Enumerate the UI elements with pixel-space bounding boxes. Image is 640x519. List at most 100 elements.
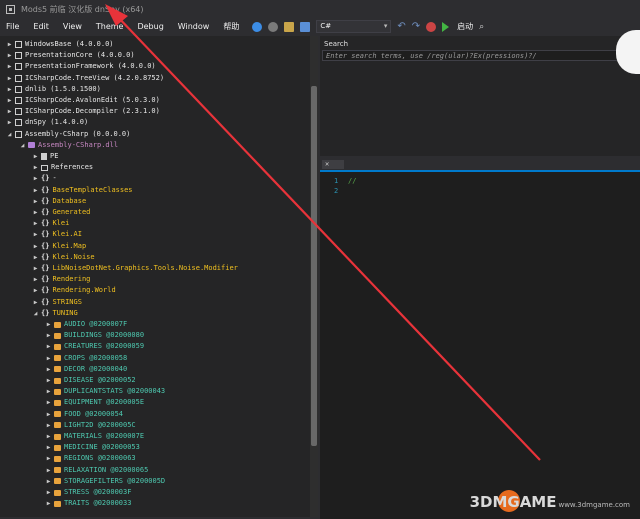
tree-node[interactable]: ▶{} Klei <box>32 218 70 229</box>
tree-node[interactable]: ▶ CREATURES @02000059 <box>45 341 144 352</box>
menu-window[interactable]: Window <box>171 22 217 31</box>
menu-help[interactable]: 帮助 <box>216 21 246 32</box>
tree-node[interactable]: ▶{} Klei.AI <box>32 229 82 240</box>
tree-node[interactable]: ▶ EQUIPMENT @0200005E <box>45 397 144 408</box>
expand-arrow-icon[interactable]: ▶ <box>32 162 39 173</box>
expand-arrow-icon[interactable]: ▶ <box>32 263 39 274</box>
navigate-back-icon[interactable] <box>252 21 263 32</box>
tree-scroll-thumb[interactable] <box>311 86 317 446</box>
tree-node[interactable]: ▶{} Database <box>32 196 86 207</box>
expand-arrow-icon[interactable]: ▶ <box>45 353 52 364</box>
expand-arrow-icon[interactable]: ▶ <box>45 375 52 386</box>
tree-node[interactable]: ▶{} LibNoiseDotNet.Graphics.Tools.Noise.M… <box>32 263 238 274</box>
expand-arrow-icon[interactable]: ▶ <box>6 106 13 117</box>
collapse-arrow-icon[interactable]: ◢ <box>32 308 39 319</box>
expand-arrow-icon[interactable]: ▶ <box>45 431 52 442</box>
tree-node[interactable]: ▶ REGIONS @02000063 <box>45 453 136 464</box>
expand-arrow-icon[interactable]: ▶ <box>45 442 52 453</box>
expand-arrow-icon[interactable]: ▶ <box>32 285 39 296</box>
tree-node[interactable]: ▶ PresentationFramework (4.0.0.0) <box>6 61 156 72</box>
tree-node[interactable]: ▶ TRAITS @02000033 <box>45 498 132 509</box>
tree-node[interactable]: ▶ FOOD @02000054 <box>45 409 123 420</box>
menu-file[interactable]: File <box>0 22 26 31</box>
expand-arrow-icon[interactable]: ▶ <box>6 39 13 50</box>
tree-node[interactable]: ▶ STRESS @0200003F <box>45 487 132 498</box>
expand-arrow-icon[interactable]: ▶ <box>32 252 39 263</box>
expand-arrow-icon[interactable]: ▶ <box>32 151 39 162</box>
tree-node[interactable]: ▶ DUPLICANTSTATS @02000043 <box>45 386 165 397</box>
tree-node[interactable]: ▶ dnlib (1.5.0.1500) <box>6 84 101 95</box>
tree-node[interactable]: ▶ AUDIO @0200007F <box>45 319 128 330</box>
search-input[interactable]: Enter search terms, use /reg(ular)?Ex(pr… <box>322 50 636 61</box>
tree-node[interactable]: ▶ MATERIALS @0200007E <box>45 431 144 442</box>
start-debug-button[interactable]: 启动 <box>457 21 473 32</box>
tree-node[interactable]: ▶ RELAXATION @02000065 <box>45 465 149 476</box>
tree-node[interactable]: ▶ STORAGEFILTERS @0200005D <box>45 476 165 487</box>
tree-node[interactable]: ◢ Assembly-CSharp.dll <box>19 140 118 151</box>
tree-node[interactable]: ▶{} Klei.Noise <box>32 252 95 263</box>
expand-arrow-icon[interactable]: ▶ <box>6 117 13 128</box>
tree-node[interactable]: ▶{} Klei.Map <box>32 241 86 252</box>
tree-node[interactable]: ▶ DECOR @02000040 <box>45 364 128 375</box>
tree-node[interactable]: ▶{} - <box>32 173 57 184</box>
tree-node[interactable]: ▶ ICSharpCode.AvalonEdit (5.0.3.0) <box>6 95 160 106</box>
tree-node[interactable]: ▶ CROPS @02000058 <box>45 353 128 364</box>
expand-arrow-icon[interactable]: ▶ <box>45 364 52 375</box>
expand-arrow-icon[interactable]: ▶ <box>45 465 52 476</box>
close-icon[interactable]: ✕ <box>325 160 329 168</box>
expand-arrow-icon[interactable]: ▶ <box>32 241 39 252</box>
start-debug-icon[interactable] <box>442 21 450 32</box>
stop-icon[interactable] <box>426 21 437 32</box>
expand-arrow-icon[interactable]: ▶ <box>32 185 39 196</box>
expand-arrow-icon[interactable]: ▶ <box>45 341 52 352</box>
menu-edit[interactable]: Edit <box>26 22 56 31</box>
tree-node[interactable]: ▶{} BaseTemplateClasses <box>32 185 133 196</box>
collapse-arrow-icon[interactable]: ◢ <box>19 140 26 151</box>
expand-arrow-icon[interactable]: ▶ <box>6 95 13 106</box>
expand-arrow-icon[interactable]: ▶ <box>45 420 52 431</box>
expand-arrow-icon[interactable]: ▶ <box>6 61 13 72</box>
expand-arrow-icon[interactable]: ▶ <box>32 196 39 207</box>
tree-node[interactable]: ▶ WindowsBase (4.0.0.0) <box>6 39 114 50</box>
code-editor[interactable]: 1 2 // <box>320 170 640 519</box>
expand-arrow-icon[interactable]: ▶ <box>45 487 52 498</box>
expand-arrow-icon[interactable]: ▶ <box>45 386 52 397</box>
tree-node[interactable]: ▶{} Rendering.World <box>32 285 116 296</box>
tree-node[interactable]: ▶ References <box>32 162 93 173</box>
tree-node[interactable]: ▶ PE <box>32 151 58 162</box>
expand-arrow-icon[interactable]: ▶ <box>32 173 39 184</box>
tree-scrollbar[interactable] <box>310 36 318 517</box>
expand-arrow-icon[interactable]: ▶ <box>45 319 52 330</box>
expand-arrow-icon[interactable]: ▶ <box>32 207 39 218</box>
tree-node[interactable]: ▶ MEDICINE @02000053 <box>45 442 140 453</box>
tree-node[interactable]: ▶ DISEASE @02000052 <box>45 375 136 386</box>
editor-tab[interactable]: ✕ <box>322 160 344 169</box>
collapse-arrow-icon[interactable]: ◢ <box>6 129 13 140</box>
tree-node[interactable]: ▶{} Rendering <box>32 274 91 285</box>
navigate-forward-icon[interactable] <box>268 21 279 32</box>
expand-arrow-icon[interactable]: ▶ <box>32 297 39 308</box>
tree-node[interactable]: ▶ LIGHT2D @0200005C <box>45 420 136 431</box>
tree-node[interactable]: ▶ BUILDINGS @02000080 <box>45 330 144 341</box>
redo-icon[interactable]: ↷ <box>412 21 420 32</box>
menu-debug[interactable]: Debug <box>130 22 170 31</box>
tree-node[interactable]: ▶{} Generated <box>32 207 91 218</box>
expand-arrow-icon[interactable]: ▶ <box>32 274 39 285</box>
expand-arrow-icon[interactable]: ▶ <box>45 453 52 464</box>
expand-arrow-icon[interactable]: ▶ <box>45 409 52 420</box>
expand-arrow-icon[interactable]: ▶ <box>45 498 52 509</box>
expand-arrow-icon[interactable]: ▶ <box>6 84 13 95</box>
expand-arrow-icon[interactable]: ▶ <box>45 330 52 341</box>
search-icon[interactable]: ⌕ <box>479 22 484 32</box>
tree-node[interactable]: ▶ ICSharpCode.TreeView (4.2.0.8752) <box>6 73 164 84</box>
tree-node[interactable]: ▶ PresentationCore (4.0.0.0) <box>6 50 135 61</box>
expand-arrow-icon[interactable]: ▶ <box>45 397 52 408</box>
expand-arrow-icon[interactable]: ▶ <box>45 476 52 487</box>
expand-arrow-icon[interactable]: ▶ <box>6 73 13 84</box>
language-select[interactable]: C# ▾ <box>316 20 392 33</box>
tree-node[interactable]: ◢{} TUNING <box>32 308 78 319</box>
expand-arrow-icon[interactable]: ▶ <box>32 218 39 229</box>
tree-node[interactable]: ◢ Assembly-CSharp (0.0.0.0) <box>6 129 130 140</box>
tree-node[interactable]: ▶ dnSpy (1.4.0.0) <box>6 117 88 128</box>
tree-node[interactable]: ▶ ICSharpCode.Decompiler (2.3.1.0) <box>6 106 160 117</box>
